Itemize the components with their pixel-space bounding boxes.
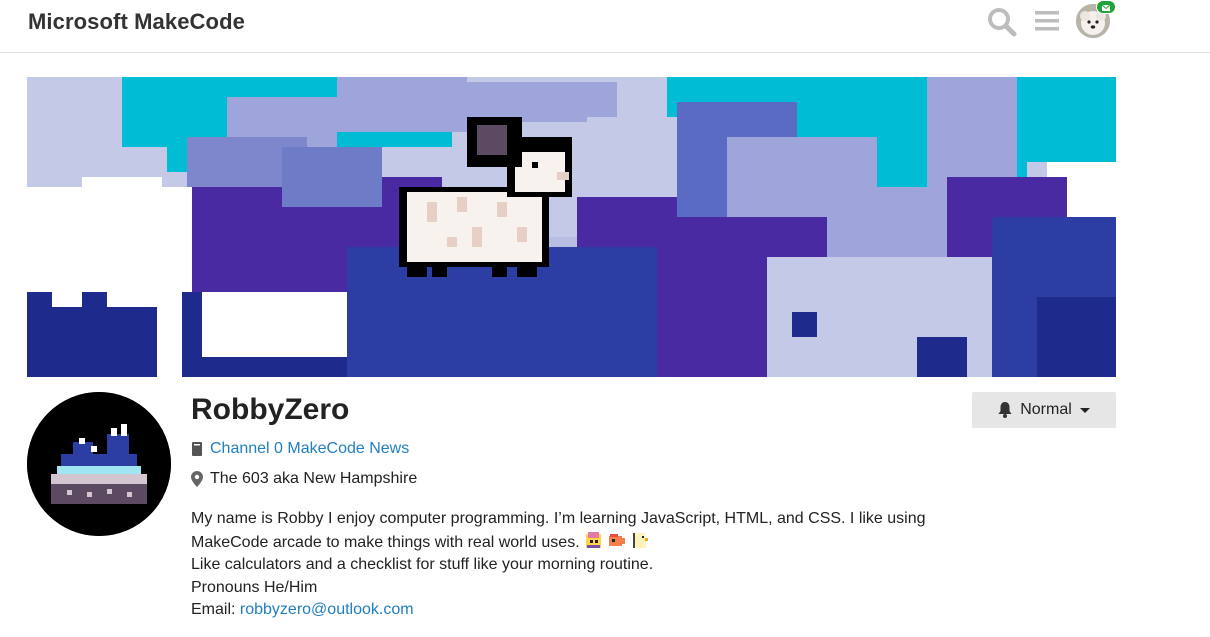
channel-label[interactable]: Channel 0 MakeCode News (210, 440, 409, 458)
profile-bio: My name is Robby I enjoy computer progra… (191, 508, 951, 622)
location-pin-icon (191, 471, 203, 487)
brand-title[interactable]: Microsoft MakeCode (28, 9, 245, 35)
fish-emoji-icon (608, 533, 625, 546)
search-icon[interactable] (987, 7, 1017, 37)
top-bar: Microsoft MakeCode (0, 0, 1210, 53)
location-label: The 603 aka New Hampshire (210, 470, 418, 487)
bio-line: Like calculators and a checklist for stu… (191, 556, 654, 573)
location-row: The 603 aka New Hampshire (191, 470, 417, 488)
notification-dropdown[interactable]: Normal (972, 392, 1116, 428)
mail-icon (1101, 4, 1111, 11)
channel-link[interactable]: Channel 0 MakeCode News (191, 440, 409, 458)
bell-icon (998, 402, 1012, 418)
profile-banner (27, 77, 1116, 377)
bio-line-with-emoji: MakeCode arcade to make things with real… (191, 531, 951, 555)
chevron-down-icon (1079, 407, 1090, 413)
email-label: Email: (191, 601, 236, 618)
book-icon (192, 442, 202, 456)
email-row: Email: robbyzero@outlook.com (191, 599, 951, 622)
sprite-emoji-icon (585, 531, 601, 548)
notification-label: Normal (1020, 401, 1072, 418)
profile-username: RobbyZero (191, 393, 350, 426)
profile-avatar (27, 392, 171, 536)
bio-line: MakeCode arcade to make things with real… (191, 533, 580, 551)
bio-line: My name is Robby I enjoy computer progra… (191, 510, 926, 527)
bio-line: Pronouns He/Him (191, 578, 318, 596)
duck-emoji-icon (632, 532, 648, 548)
mail-badge[interactable] (1096, 0, 1116, 14)
email-link[interactable]: robbyzero@outlook.com (240, 601, 414, 618)
menu-icon[interactable] (1034, 8, 1060, 34)
